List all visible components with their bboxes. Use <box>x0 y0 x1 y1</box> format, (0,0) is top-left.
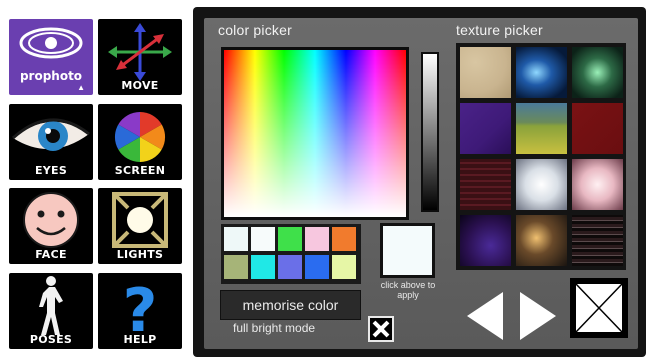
prophoto-label: prophoto <box>19 69 83 83</box>
tool-poses[interactable]: POSES <box>9 273 93 349</box>
color-swatch[interactable] <box>278 255 302 279</box>
tool-move[interactable]: MOVE <box>98 19 182 95</box>
tool-lights[interactable]: LIGHTS <box>98 188 182 264</box>
color-swatch[interactable] <box>224 255 248 279</box>
texture-violet-night[interactable] <box>460 215 511 266</box>
previous-page-arrow-icon[interactable] <box>465 290 505 342</box>
tool-help[interactable]: ? HELP <box>98 273 182 349</box>
texture-white-glow[interactable] <box>516 159 567 210</box>
texture-dark-red[interactable] <box>572 103 623 154</box>
tool-poses-label: POSES <box>29 333 73 346</box>
texture-purple[interactable] <box>460 103 511 154</box>
texture-pink-glow[interactable] <box>572 159 623 210</box>
memorise-color-button[interactable]: memorise color <box>220 290 361 320</box>
texture-grid <box>456 43 626 270</box>
color-picker-title: color picker <box>218 22 292 38</box>
tool-face[interactable]: FACE <box>9 188 93 264</box>
texture-blue-swirl[interactable] <box>516 47 567 98</box>
color-swatch[interactable] <box>251 255 275 279</box>
color-swatch[interactable] <box>224 227 248 251</box>
next-page-arrow-icon[interactable] <box>518 290 558 342</box>
tool-lights-label: LIGHTS <box>116 248 164 261</box>
color-preview-fill <box>383 226 432 275</box>
tool-face-label: FACE <box>35 248 67 261</box>
no-texture-icon <box>574 282 624 334</box>
color-swatch[interactable] <box>278 227 302 251</box>
texture-sand[interactable] <box>460 47 511 98</box>
color-swatch[interactable] <box>305 255 329 279</box>
color-swatch[interactable] <box>332 255 356 279</box>
texture-street-light[interactable] <box>516 215 567 266</box>
full-bright-mode-label: full bright mode <box>233 321 316 335</box>
tool-screen-label: SCREEN <box>114 164 166 177</box>
caret-up-icon: ▲ <box>77 83 85 92</box>
apply-hint: click above to apply <box>380 280 436 300</box>
saved-swatches <box>221 224 361 284</box>
tool-screen[interactable]: SCREEN <box>98 104 182 180</box>
texture-picker-title: texture picker <box>456 22 543 38</box>
tool-eyes-label: EYES <box>34 164 68 177</box>
color-swatch[interactable] <box>332 227 356 251</box>
brightness-slider[interactable] <box>421 52 439 212</box>
color-swatch[interactable] <box>251 227 275 251</box>
color-preview[interactable] <box>380 223 435 278</box>
texture-green-smoke[interactable] <box>572 47 623 98</box>
x-mark-icon <box>372 320 390 338</box>
full-bright-mode-checkbox[interactable] <box>368 316 394 342</box>
tool-help-label: HELP <box>123 333 157 346</box>
tool-move-label: MOVE <box>121 79 159 92</box>
picker-panel: color picker texture picker click above … <box>193 7 646 357</box>
texture-stripes[interactable] <box>572 215 623 266</box>
prophoto-logo-tile[interactable]: prophoto ▲ <box>9 19 93 95</box>
color-swatch[interactable] <box>305 227 329 251</box>
tool-eyes[interactable]: EYES <box>9 104 93 180</box>
texture-plaid[interactable] <box>460 159 511 210</box>
clear-texture-button[interactable] <box>570 278 628 338</box>
texture-field[interactable] <box>516 103 567 154</box>
color-spectrum[interactable] <box>221 47 409 220</box>
